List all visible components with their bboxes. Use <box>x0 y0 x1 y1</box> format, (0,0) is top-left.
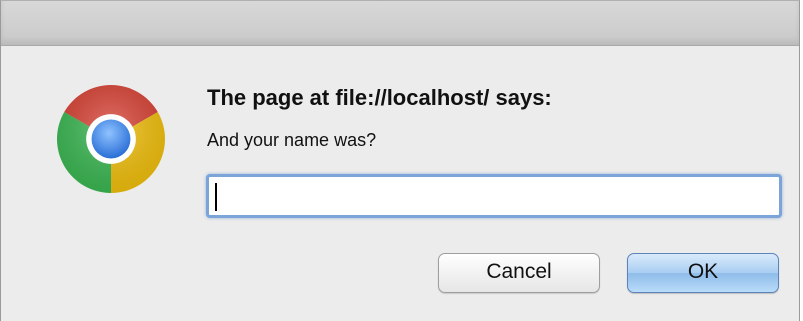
prompt-dialog: The page at file://localhost/ says: And … <box>0 0 800 321</box>
dialog-message: And your name was? <box>207 130 377 150</box>
dialog-titlebar[interactable] <box>1 1 799 46</box>
chrome-logo-icon <box>57 85 165 193</box>
ok-button[interactable]: OK <box>627 253 779 293</box>
name-input[interactable] <box>206 174 782 218</box>
text-caret <box>215 183 217 211</box>
dialog-title: The page at file://localhost/ says: <box>207 85 552 110</box>
cancel-button[interactable]: Cancel <box>438 253 600 293</box>
